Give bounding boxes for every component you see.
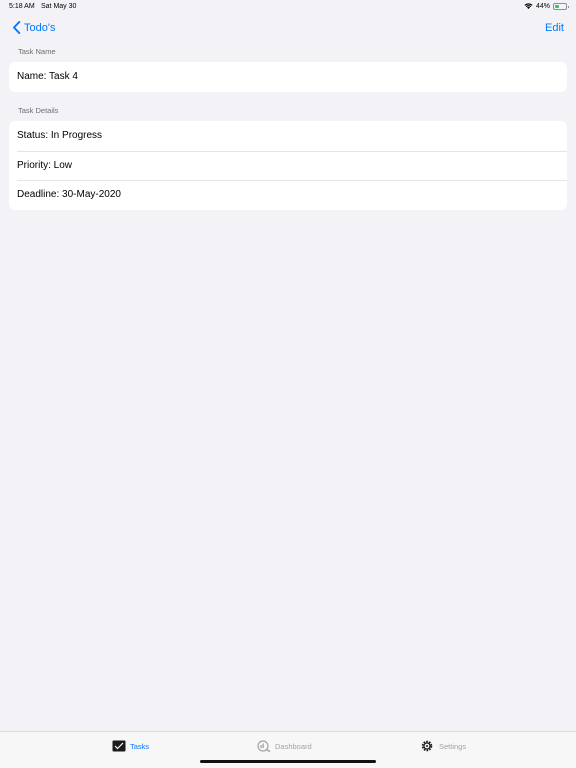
tab-tasks[interactable]: Tasks bbox=[112, 740, 149, 752]
home-indicator bbox=[200, 760, 376, 763]
tab-dashboard[interactable]: Dashboard bbox=[257, 740, 312, 752]
tab-dashboard-label: Dashboard bbox=[275, 741, 312, 751]
priority-row[interactable]: Priority: Low bbox=[9, 150, 567, 181]
tab-settings-label: Settings bbox=[439, 741, 467, 751]
tab-tasks-label: Tasks bbox=[130, 741, 150, 751]
status-date: Sat May 30 bbox=[41, 3, 77, 10]
status-row[interactable]: Status: In Progress bbox=[9, 121, 567, 151]
status-bar: 5:18 AM Sat May 30 44% bbox=[0, 0, 576, 14]
task-details-card: Status: In Progress Priority: Low Deadli… bbox=[9, 121, 567, 210]
dashboard-icon bbox=[257, 740, 271, 752]
deadline-row[interactable]: Deadline: 30-May-2020 bbox=[9, 180, 567, 210]
section-header-task-name: Task Name bbox=[18, 47, 56, 56]
battery-fill bbox=[555, 4, 560, 8]
name-row[interactable]: Name: Task 4 bbox=[9, 62, 567, 92]
back-button[interactable]: Todo's bbox=[12, 21, 55, 34]
section-header-task-details: Task Details bbox=[18, 106, 59, 115]
status-indicators: 44% bbox=[524, 2, 569, 10]
screen: 5:18 AM Sat May 30 44% Todo's Edit Task … bbox=[0, 0, 576, 768]
gear-icon bbox=[421, 740, 433, 752]
back-button-label: Todo's bbox=[24, 21, 56, 34]
battery-percent: 44% bbox=[535, 2, 550, 10]
battery-icon bbox=[553, 2, 569, 10]
tasks-icon bbox=[112, 740, 126, 752]
edit-button[interactable]: Edit bbox=[545, 22, 564, 34]
chevron-left-icon bbox=[13, 21, 21, 34]
wifi-icon bbox=[524, 3, 533, 9]
task-name-card: Name: Task 4 bbox=[9, 62, 567, 92]
tab-settings[interactable]: Settings bbox=[421, 740, 466, 752]
status-time: 5:18 AM bbox=[9, 3, 35, 10]
